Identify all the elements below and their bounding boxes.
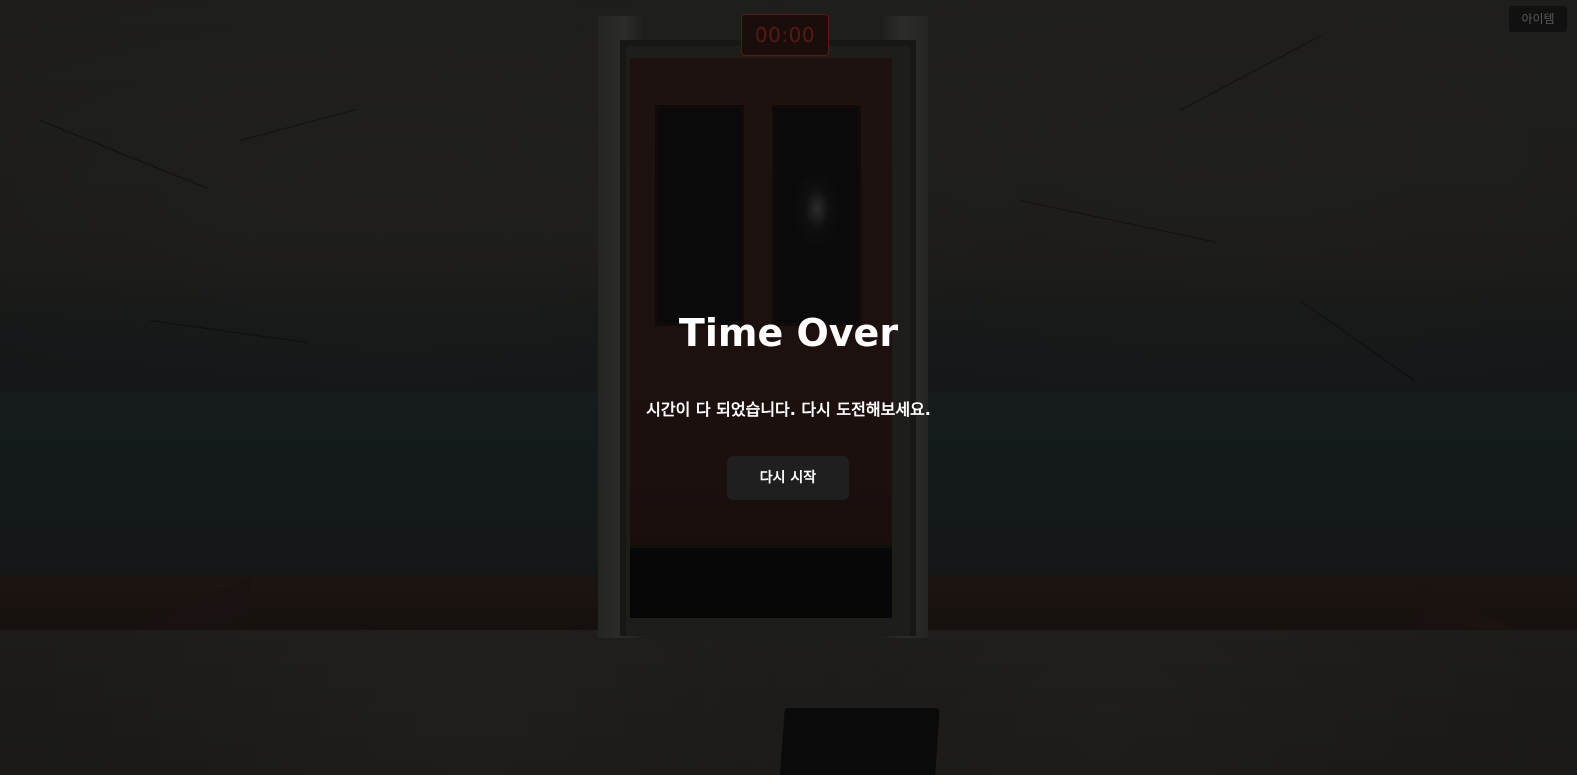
countdown-timer: 00:00 [741, 14, 829, 56]
game-scene: 00:00 아이템 Time Over 시간이 다 되었습니다. 다시 도전해보… [0, 0, 1577, 775]
dim-overlay [0, 0, 1577, 775]
item-button[interactable]: 아이템 [1509, 6, 1567, 32]
restart-button[interactable]: 다시 시작 [727, 456, 849, 500]
